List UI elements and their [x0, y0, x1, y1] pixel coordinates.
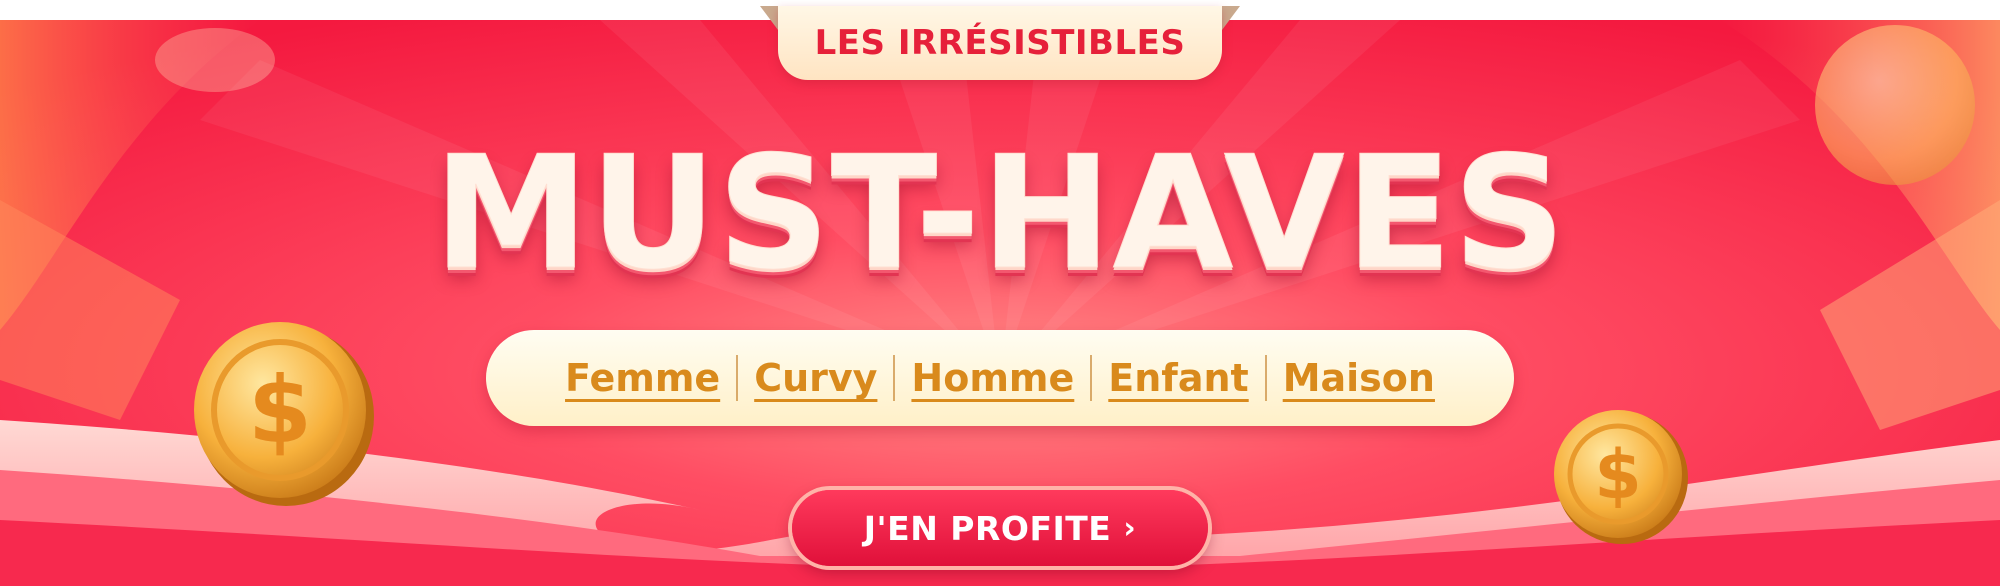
dollar-coin-icon: [1815, 25, 1975, 185]
blur-shape: [155, 28, 275, 92]
coin-symbol: $: [248, 357, 312, 464]
dollar-coin-icon: $: [1554, 410, 1688, 544]
category-divider: [893, 355, 896, 401]
category-link-homme[interactable]: Homme: [895, 356, 1090, 400]
category-divider: [1264, 355, 1267, 401]
category-bar: Femme Curvy Homme Enfant Maison: [486, 330, 1514, 426]
promo-banner[interactable]: LES IRRÉSISTIBLES MUST-HAVES Femme Curvy…: [0, 0, 2000, 586]
category-divider: [736, 355, 739, 401]
cta-button[interactable]: J'EN PROFITE ›: [792, 490, 1208, 566]
dollar-coin-icon: $: [194, 322, 374, 506]
chevron-right-icon: ›: [1123, 510, 1137, 546]
category-link-femme[interactable]: Femme: [549, 356, 736, 400]
eyebrow-tag: LES IRRÉSISTIBLES: [778, 6, 1222, 80]
category-link-maison[interactable]: Maison: [1267, 356, 1451, 400]
category-link-enfant[interactable]: Enfant: [1092, 356, 1264, 400]
cta-label: J'EN PROFITE: [863, 508, 1112, 548]
headline: MUST-HAVES: [433, 122, 1567, 305]
category-link-curvy[interactable]: Curvy: [738, 356, 893, 400]
coin-symbol: $: [1594, 436, 1641, 515]
category-divider: [1090, 355, 1093, 401]
